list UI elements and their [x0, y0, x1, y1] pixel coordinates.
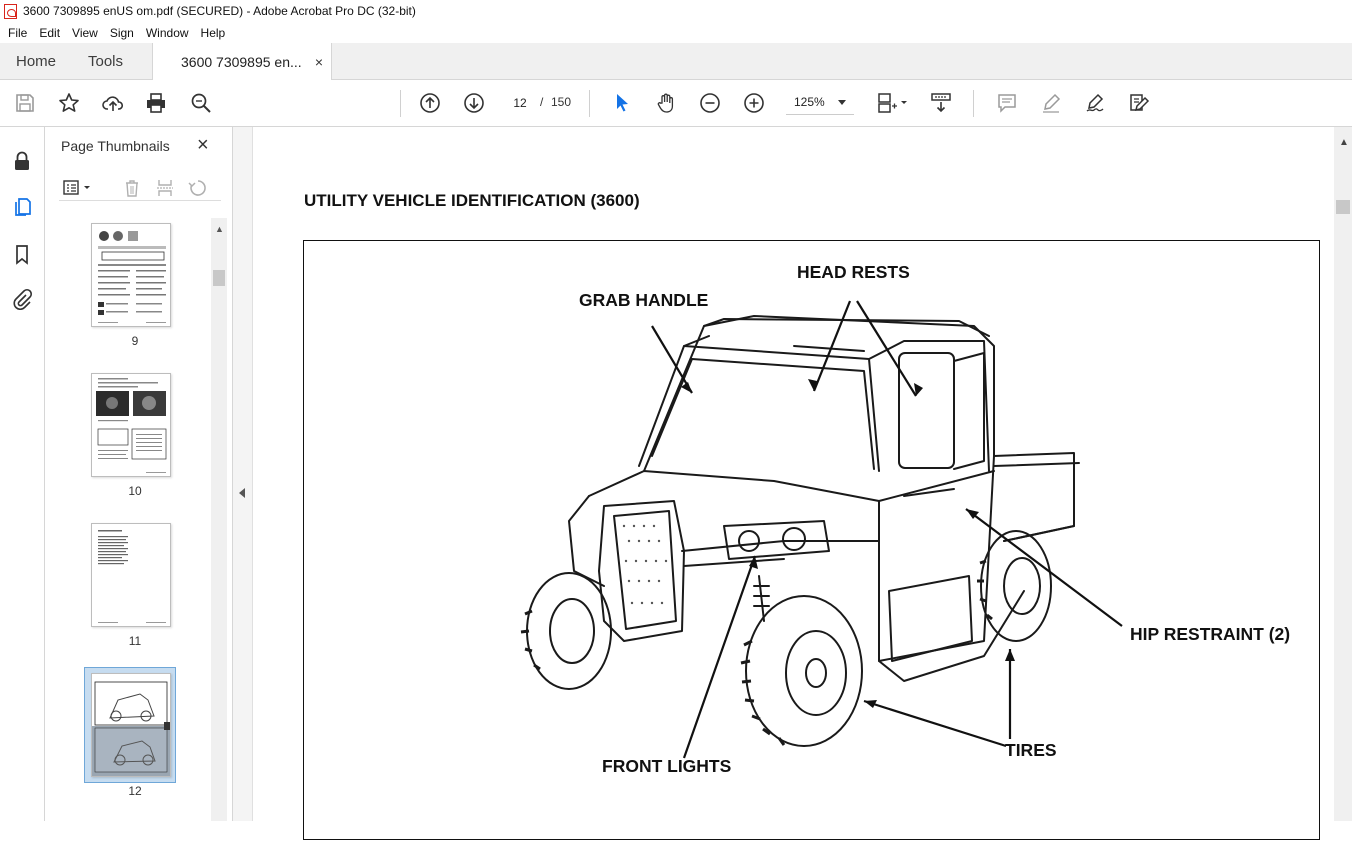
close-panel-icon[interactable]: × — [197, 135, 209, 155]
thumbnail-options-icon[interactable] — [61, 177, 95, 199]
page-separator: / — [540, 95, 544, 109]
zoom-value: 125% — [794, 95, 825, 109]
save-icon[interactable] — [13, 91, 37, 115]
rotate-page-icon[interactable] — [187, 177, 209, 199]
collapse-panel-icon[interactable] — [239, 488, 245, 498]
scroll-mode-icon[interactable] — [929, 91, 953, 115]
callout-head-rests: HEAD RESTS — [797, 262, 910, 282]
zoom-out-icon[interactable] — [698, 91, 722, 115]
tab-tools[interactable]: Tools — [88, 43, 123, 80]
pages-icon[interactable] — [10, 195, 34, 219]
zoom-select[interactable]: 125% — [786, 90, 854, 115]
acrobat-pdf-icon — [4, 3, 17, 19]
panel-toolbar — [59, 171, 221, 201]
hand-icon[interactable] — [654, 91, 678, 115]
attachment-icon[interactable] — [10, 287, 34, 311]
thumbnail-page-selected[interactable] — [91, 673, 171, 777]
page-number-input[interactable]: 12 — [503, 90, 537, 115]
menu-file[interactable]: File — [2, 26, 33, 40]
thumbnail-list: 9 10 11 12 — [59, 220, 211, 821]
delete-page-icon[interactable] — [121, 177, 143, 199]
scroll-up-icon[interactable]: ▲ — [1339, 137, 1349, 148]
scroll-up-icon[interactable]: ▲ — [215, 224, 224, 234]
window-title: 3600 7309895 enUS om.pdf (SECURED) - Ado… — [23, 4, 416, 18]
page-total: 150 — [551, 95, 572, 109]
main-toolbar — [0, 80, 1352, 127]
thumbnail-scrollbar[interactable]: ▲ — [211, 218, 227, 821]
document-scrollbar[interactable]: ▲ — [1334, 127, 1352, 821]
comment-icon[interactable] — [995, 91, 1019, 115]
menu-bar: File Edit View Sign Window Help — [0, 22, 1352, 43]
menu-sign[interactable]: Sign — [104, 26, 140, 40]
search-icon[interactable] — [189, 91, 213, 115]
left-rail — [0, 127, 45, 821]
bookmark-icon[interactable] — [10, 242, 34, 266]
close-tab-icon[interactable]: × — [315, 54, 323, 70]
tab-bar: Home Tools 3600 7309895 en... × — [0, 43, 1352, 81]
thumbnail-page[interactable] — [91, 223, 171, 327]
thumbnail-page[interactable] — [91, 373, 171, 477]
figure-frame: HEAD RESTS GRAB HANDLE HIP RESTRAINT (2)… — [303, 240, 1320, 840]
page-down-icon[interactable] — [462, 91, 486, 115]
toolbar-divider — [400, 90, 401, 117]
print-icon[interactable] — [144, 91, 168, 115]
thumbnail-label: 11 — [128, 634, 142, 648]
tab-document[interactable]: 3600 7309895 en... × — [152, 43, 332, 81]
toolbar-divider — [973, 90, 974, 117]
page-heading: UTILITY VEHICLE IDENTIFICATION (3600) — [304, 191, 640, 210]
tab-home[interactable]: Home — [16, 43, 56, 80]
panel-title: Page Thumbnails — [61, 138, 170, 154]
thumbnail-label: 9 — [131, 334, 139, 348]
panel-collapse-strip[interactable] — [233, 127, 253, 821]
utility-vehicle-illustration — [520, 300, 1123, 759]
tab-document-label: 3600 7309895 en... — [181, 54, 302, 70]
document-view: UTILITY VEHICLE IDENTIFICATION (3600) HE… — [253, 127, 1334, 840]
thumbnails-panel: Page Thumbnails × 9 10 11 12 — [45, 127, 233, 821]
thumbnail-label: 12 — [128, 784, 142, 798]
lock-icon[interactable] — [10, 149, 34, 173]
bookmark-star-icon[interactable] — [57, 91, 81, 115]
highlight-icon[interactable] — [1039, 91, 1063, 115]
menu-view[interactable]: View — [66, 26, 104, 40]
scrollbar-thumb[interactable] — [1336, 200, 1350, 214]
thumbnail-page[interactable] — [91, 523, 171, 627]
menu-help[interactable]: Help — [195, 26, 232, 40]
page-up-icon[interactable] — [418, 91, 442, 115]
scrollbar-thumb[interactable] — [213, 270, 225, 286]
zoom-in-icon[interactable] — [742, 91, 766, 115]
extract-page-icon[interactable] — [154, 177, 176, 199]
menu-window[interactable]: Window — [140, 26, 195, 40]
select-arrow-icon[interactable] — [610, 91, 634, 115]
title-bar: 3600 7309895 enUS om.pdf (SECURED) - Ado… — [0, 0, 1352, 22]
thumbnail-label: 10 — [128, 484, 142, 498]
sign-icon[interactable] — [1083, 91, 1107, 115]
upload-icon[interactable] — [101, 91, 125, 115]
fit-page-icon[interactable] — [875, 91, 909, 115]
chevron-down-icon — [838, 100, 846, 105]
callout-grab-handle: GRAB HANDLE — [579, 290, 709, 310]
toolbar-divider — [589, 90, 590, 117]
callout-hip-restraint: HIP RESTRAINT (2) — [1130, 624, 1291, 644]
callout-tires: TIRES — [1005, 740, 1057, 760]
callout-front-lights: FRONT LIGHTS — [602, 756, 732, 776]
redact-icon[interactable] — [1127, 91, 1151, 115]
menu-edit[interactable]: Edit — [33, 26, 66, 40]
